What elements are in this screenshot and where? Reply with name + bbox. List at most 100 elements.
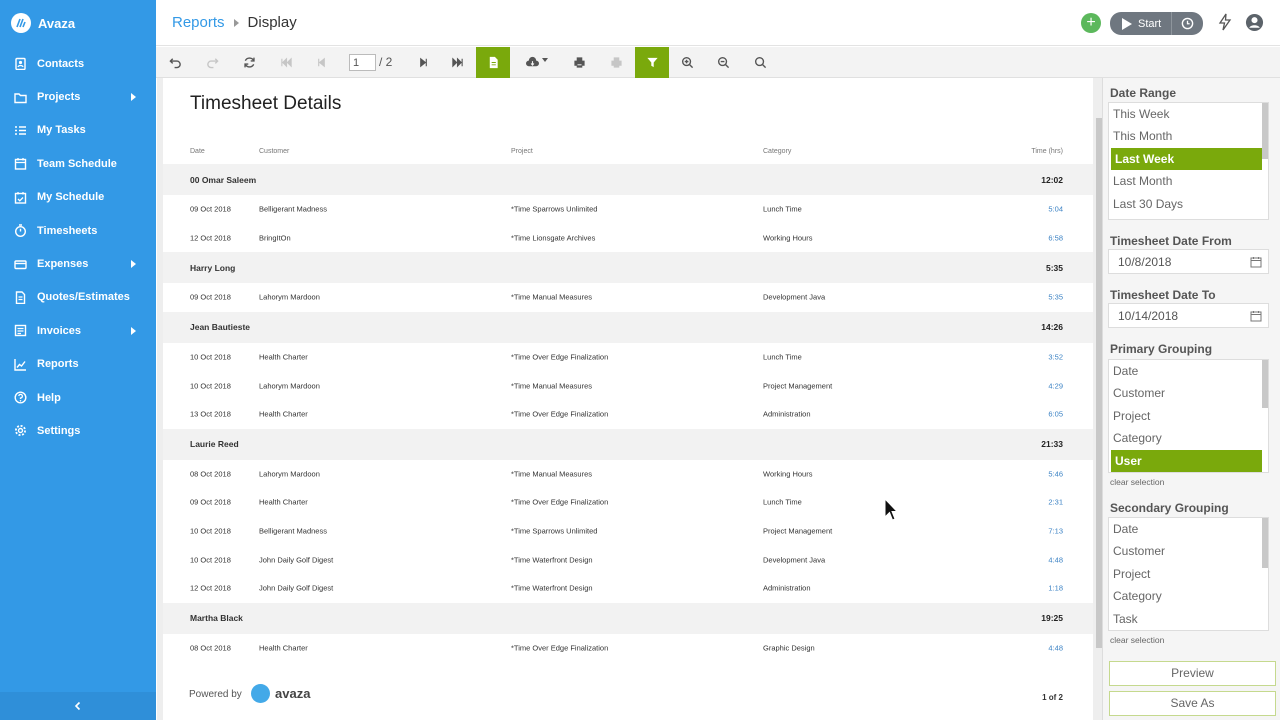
list-option[interactable]: Last Week — [1111, 147, 1262, 171]
cell-time-link[interactable]: 6:58 — [1048, 233, 1063, 242]
sidebar-item-my-schedule[interactable]: My Schedule — [0, 181, 156, 214]
list-option[interactable]: Project — [1109, 563, 1268, 585]
toggle-document-button[interactable] — [476, 47, 510, 78]
sidebar-item-projects[interactable]: Projects — [0, 80, 156, 113]
date-range-scrollbar[interactable] — [1262, 103, 1268, 159]
print-button[interactable] — [564, 47, 594, 78]
last-page-button[interactable] — [442, 47, 472, 78]
cell-category: Lunch Time — [763, 352, 802, 362]
list-option[interactable]: Customer — [1109, 540, 1268, 562]
cell-date: 10 Oct 2018 — [190, 381, 231, 391]
list-option[interactable]: This Week — [1109, 103, 1268, 125]
cell-date: 12 Oct 2018 — [190, 583, 231, 593]
refresh-button[interactable] — [234, 47, 264, 78]
undo-button[interactable] — [160, 47, 190, 78]
column-header-category: Category — [763, 148, 792, 155]
sidebar-item-help[interactable]: Help — [0, 381, 156, 414]
undo-icon — [168, 58, 181, 69]
cell-time-link[interactable]: 4:48 — [1048, 555, 1063, 564]
sidebar-item-quotes-estimates[interactable]: Quotes/Estimates — [0, 281, 156, 314]
group-total: 5:35 — [1045, 262, 1063, 273]
cell-time-link[interactable]: 3:52 — [1048, 353, 1063, 362]
user-avatar-icon[interactable] — [1245, 13, 1264, 37]
next-page-button[interactable] — [408, 47, 438, 78]
sidebar-item-contacts[interactable]: Contacts — [0, 47, 156, 80]
save-as-button[interactable]: Save As — [1109, 691, 1276, 716]
sidebar-item-settings[interactable]: Settings — [0, 414, 156, 447]
calendar-icon[interactable] — [1250, 310, 1262, 322]
list-option[interactable]: Last Month — [1109, 170, 1268, 192]
first-page-button[interactable] — [271, 47, 301, 78]
print-page-button[interactable] — [601, 47, 631, 78]
secondary-grouping-scrollbar[interactable] — [1262, 518, 1268, 568]
chevron-left-icon — [74, 701, 81, 711]
previous-page-button[interactable] — [306, 47, 336, 78]
cell-time-link[interactable]: 2:31 — [1048, 498, 1063, 507]
list-option[interactable]: User — [1111, 449, 1262, 472]
add-button[interactable]: + — [1081, 13, 1101, 33]
cell-time-link[interactable]: 4:29 — [1048, 381, 1063, 390]
list-option[interactable]: Category — [1109, 585, 1268, 607]
calendar-icon[interactable] — [1250, 256, 1262, 268]
list-option[interactable]: Last 30 Days — [1109, 193, 1268, 215]
redo-button[interactable] — [197, 47, 227, 78]
cell-time-link[interactable]: 7:13 — [1048, 527, 1063, 536]
zoom-out-button[interactable] — [708, 47, 738, 78]
sidebar-item-reports[interactable]: Reports — [0, 348, 156, 381]
cell-time-link[interactable]: 4:48 — [1048, 643, 1063, 652]
timer-history-button[interactable] — [1171, 12, 1204, 35]
date-to-field[interactable]: 10/14/2018 — [1108, 303, 1269, 328]
sidebar-item-invoices[interactable]: Invoices — [0, 314, 156, 347]
cell-category: Administration — [763, 409, 811, 419]
cell-time-link[interactable]: 6:05 — [1048, 410, 1063, 419]
sidebar-item-timesheets[interactable]: Timesheets — [0, 214, 156, 247]
table-row: 12 Oct 2018 BringItOn *Time Lionsgate Arch… — [163, 224, 1093, 253]
primary-grouping-label: Primary Grouping — [1110, 342, 1213, 356]
cell-customer: Lahorym Mardoon — [259, 292, 320, 302]
sidebar-item-my-tasks[interactable]: My Tasks — [0, 114, 156, 147]
page-number-input[interactable] — [349, 54, 376, 71]
cell-time-link[interactable]: 1:18 — [1048, 584, 1063, 593]
sidebar-item-label: Expenses — [37, 258, 89, 271]
primary-clear-selection-link[interactable]: clear selection — [1110, 477, 1164, 487]
list-option[interactable]: Customer — [1109, 382, 1268, 404]
primary-grouping-scrollbar[interactable] — [1262, 360, 1268, 408]
group-row: Laurie Reed 21:33 — [163, 428, 1093, 460]
primary-grouping-list[interactable]: Date Customer Project Category User — [1108, 359, 1269, 473]
collapse-sidebar-button[interactable] — [0, 692, 156, 720]
breadcrumb-reports-link[interactable]: Reports — [172, 14, 225, 31]
cell-customer: Health Charter — [259, 643, 308, 653]
zoom-in-button[interactable] — [672, 47, 702, 78]
sidebar-item-label: Team Schedule — [37, 157, 117, 170]
date-range-list[interactable]: This Week This Month Last Week Last Month La… — [1108, 102, 1269, 220]
secondary-clear-selection-link[interactable]: clear selection — [1110, 635, 1164, 645]
brand[interactable]: Avaza — [0, 0, 156, 46]
report-footer: Powered by avaza 1 of 2 — [163, 678, 1093, 712]
start-label: Start — [1138, 17, 1162, 30]
sidebar-item-team-schedule[interactable]: Team Schedule — [0, 147, 156, 180]
list-option[interactable]: Task — [1109, 608, 1268, 630]
list-option[interactable]: Date — [1109, 518, 1268, 540]
cell-project: *Time Waterfront Design — [511, 555, 593, 565]
chevron-right-icon — [131, 93, 136, 102]
export-button[interactable] — [518, 47, 554, 78]
list-option[interactable]: Project — [1109, 405, 1268, 427]
search-button[interactable] — [745, 47, 775, 78]
date-from-field[interactable]: 10/8/2018 — [1108, 249, 1269, 274]
cell-customer: Lahorym Mardoon — [259, 469, 320, 479]
start-timer-button[interactable]: Start — [1110, 12, 1172, 35]
lightning-icon[interactable] — [1218, 13, 1232, 36]
cell-time-link[interactable]: 5:46 — [1048, 469, 1063, 478]
sidebar-item-expenses[interactable]: Expenses — [0, 247, 156, 280]
table-row: 10 Oct 2018 Health Charter *Time Over Edge… — [163, 343, 1093, 372]
list-option[interactable]: This Month — [1109, 125, 1268, 147]
table-row: 12 Oct 2018 John Daily Golf Digest *Time W… — [163, 574, 1093, 603]
secondary-grouping-list[interactable]: Date Customer Project Category Task — [1108, 517, 1269, 631]
chevron-right-icon — [131, 260, 136, 269]
list-option[interactable]: Category — [1109, 427, 1268, 449]
cell-time-link[interactable]: 5:04 — [1048, 205, 1063, 214]
preview-button[interactable]: Preview — [1109, 661, 1276, 686]
cell-time-link[interactable]: 5:35 — [1048, 293, 1063, 302]
filter-button[interactable] — [635, 47, 669, 78]
list-option[interactable]: Date — [1109, 360, 1268, 382]
